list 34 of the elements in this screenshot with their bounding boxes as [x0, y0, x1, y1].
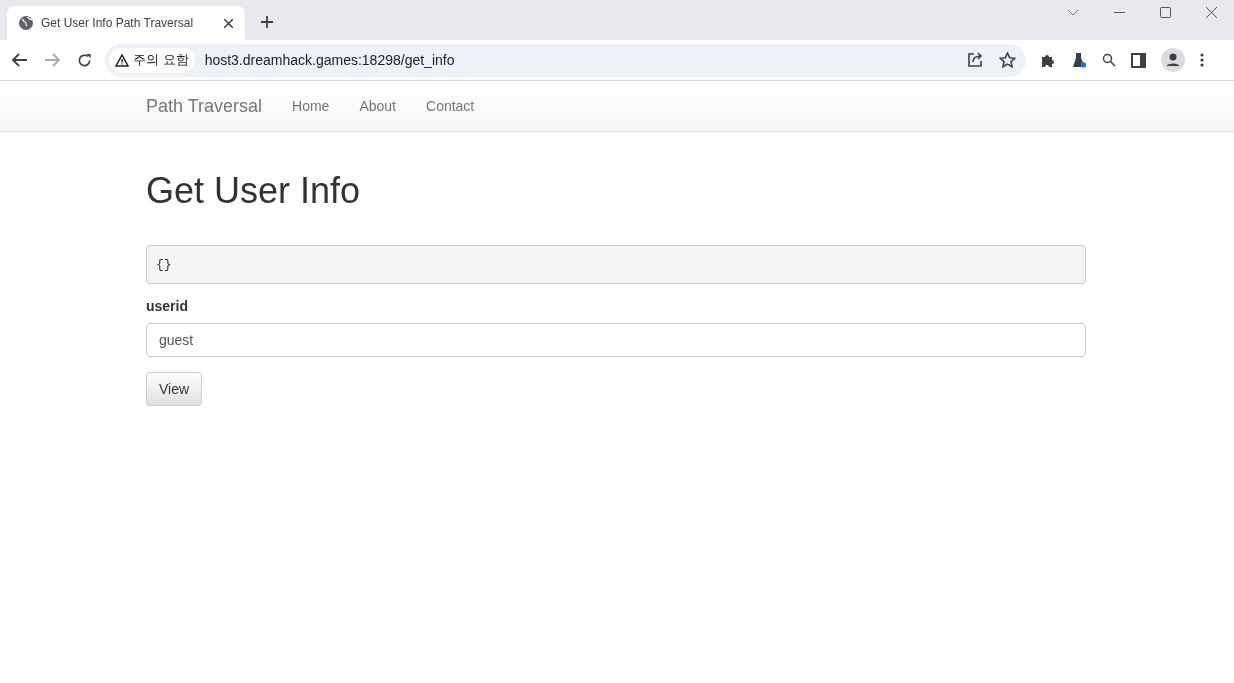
- star-icon[interactable]: [999, 52, 1016, 68]
- flask-icon[interactable]: [1071, 52, 1087, 68]
- minimize-icon: [1113, 11, 1125, 13]
- tab-title: Get User Info Path Traversal: [41, 15, 195, 32]
- side-panel-icon[interactable]: [1131, 52, 1146, 68]
- reload-icon: [76, 52, 92, 68]
- maximize-icon: [1159, 6, 1171, 18]
- nav-link[interactable]: Contact: [411, 95, 490, 117]
- page-heading: Get User Info: [146, 169, 362, 213]
- userid-label: userid: [146, 297, 189, 316]
- url-text: host3.dreamhack.games:18298/get_info: [204, 50, 455, 70]
- nav-link[interactable]: About: [344, 95, 411, 117]
- back-arrow-icon: [12, 53, 28, 67]
- nav-link[interactable]: Home: [277, 95, 345, 117]
- share-icon[interactable]: [967, 52, 983, 68]
- close-icon[interactable]: [224, 18, 233, 28]
- plus-icon: [260, 15, 274, 29]
- security-chip[interactable]: 주의 요함: [109, 47, 195, 73]
- profile-avatar-icon[interactable]: [1161, 48, 1185, 72]
- forward-arrow-icon: [44, 53, 60, 67]
- result-box: {}: [146, 245, 1086, 284]
- warning-icon: [115, 53, 129, 67]
- address-bar[interactable]: 주의 요함 host3.dreamhack.games:18298/get_info: [105, 43, 1026, 77]
- close-icon: [1205, 6, 1217, 18]
- menu-dots-icon[interactable]: [1200, 53, 1204, 67]
- userid-input[interactable]: guest: [146, 323, 1086, 357]
- chevron-down-icon: [1067, 8, 1079, 16]
- globe-icon: [19, 16, 33, 30]
- puzzle-icon[interactable]: [1040, 52, 1056, 68]
- brand-link[interactable]: Path Traversal: [146, 92, 263, 120]
- view-button[interactable]: View: [146, 372, 203, 406]
- search-icon[interactable]: [1102, 53, 1116, 67]
- security-warning-text: 주의 요함: [133, 51, 189, 70]
- browser-tab[interactable]: Get User Info Path Traversal: [7, 6, 245, 40]
